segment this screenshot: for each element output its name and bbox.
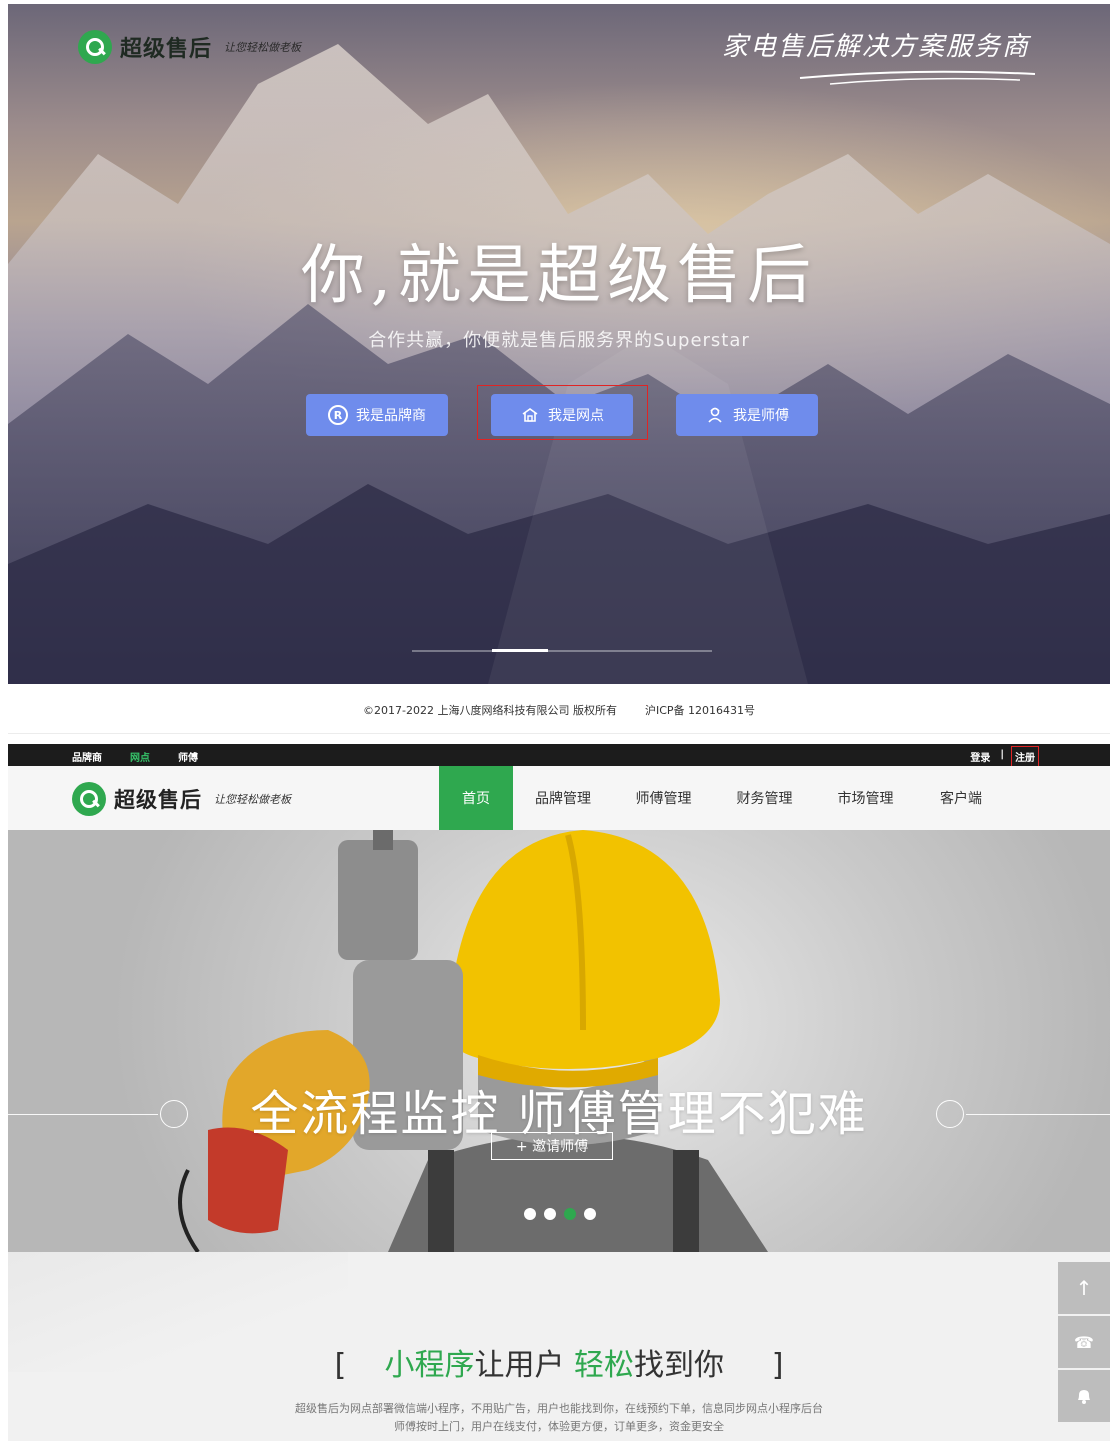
landing-logo[interactable]: 超级售后 让您轻松做老板 [78,30,301,64]
network-button-highlight [477,385,648,440]
title-text-part: 找到你 [634,1348,724,1383]
title-bracket-left: [ [334,1348,347,1383]
back-to-top-button[interactable]: ↑ [1058,1262,1110,1314]
banner-dot-1[interactable] [524,1208,536,1220]
section-description-line: 师傅按时上门，用户在线支付，体验更方便，订单更多，资金更安全 [394,1420,724,1433]
banner-dot-2[interactable] [544,1208,556,1220]
role-link-network[interactable]: 网点 [130,749,150,764]
landing-hero: 超级售后 让您轻松做老板 家电售后解决方案服务商 你,就是超级售后 合作共赢，你… [8,4,1110,684]
banner-dot-4[interactable] [584,1208,596,1220]
account-links: 登录 | 注册 [970,746,1039,767]
section-description: 超级售后为网点部署微信端小程序，不用贴广告，用户也能找到你，在线预约下单，信息同… [8,1400,1110,1436]
notification-button[interactable] [1058,1370,1110,1422]
logo-icon [78,30,112,64]
top-bar: 品牌商 网点 师傅 登录 | 注册 [8,744,1110,767]
logo-icon [72,782,106,816]
copyright-text: ©2017-2022 上海八度网络科技有限公司 版权所有 [363,704,617,717]
title-text-part: 让用户 [474,1348,574,1383]
arrow-up-icon: ↑ [1075,1276,1093,1300]
hero-slide-progress-active [492,649,548,652]
worker-illustration [178,830,768,1252]
title-bracket-right: ] [771,1348,784,1383]
account-separator: | [1000,749,1004,760]
nav-item-finance-management[interactable]: 财务管理 [714,766,815,830]
bell-icon [1078,1390,1090,1404]
nav-item-home[interactable]: 首页 [439,766,513,830]
role-link-worker[interactable]: 师傅 [178,749,198,764]
title-highlight-easy: 轻松 [574,1348,634,1383]
tagline-underline-decoration [799,70,1036,85]
landing-subtitle: 合作共赢，你便就是售后服务界的Superstar [368,330,750,351]
phone-button[interactable]: ☎ [1058,1316,1110,1368]
logo-slogan: 让您轻松做老板 [224,41,302,54]
banner-pagination [524,1208,596,1220]
title-highlight-mini-program: 小程序 [384,1348,475,1383]
nav-item-brand-management[interactable]: 品牌管理 [513,766,613,830]
landing-footer: ©2017-2022 上海八度网络科技有限公司 版权所有 沪ICP备 120164… [0,702,1110,718]
register-link[interactable]: 注册 [1011,746,1039,767]
nav-item-client[interactable]: 客户端 [916,766,1006,830]
brand-role-button[interactable]: R 我是品牌商 [306,394,448,436]
logo-brand-text: 超级售后 [114,788,202,812]
login-link[interactable]: 登录 [970,749,990,764]
section-title: [ 小程序让用户 轻松找到你 ] [8,1340,1110,1384]
worker-icon [705,405,725,425]
phone-icon: ☎ [1074,1332,1094,1352]
hero-slide-progress[interactable] [412,649,712,652]
section-divider [8,733,1110,734]
worker-role-button[interactable]: 我是师傅 [676,394,818,436]
nav-item-market-management[interactable]: 市场管理 [815,766,916,830]
mini-program-section: [ 小程序让用户 轻松找到你 ] 超级售后为网点部署微信端小程序，不用贴广告，用… [8,1252,1110,1441]
main-navbar: 超级售后 让您轻松做老板 首页 品牌管理 师傅管理 财务管理 市场管理 客户端 [8,766,1110,830]
role-link-brand[interactable]: 品牌商 [72,749,102,764]
page: 超级售后 让您轻松做老板 家电售后解决方案服务商 你,就是超级售后 合作共赢，你… [0,0,1110,1441]
icp-text[interactable]: 沪ICP备 12016431号 [645,704,755,717]
registered-icon: R [328,405,348,425]
logo-brand-text: 超级售后 [120,37,213,62]
section-description-line: 超级售后为网点部署微信端小程序，不用贴广告，用户也能找到你，在线预约下单，信息同… [295,1402,823,1415]
floating-toolbar: ↑ ☎ [1058,1262,1110,1424]
nav-item-worker-management[interactable]: 师傅管理 [613,766,714,830]
nav-menu: 首页 品牌管理 师傅管理 财务管理 市场管理 客户端 [439,766,1006,830]
worker-role-label: 我是师傅 [733,408,789,424]
banner-dot-3-active[interactable] [564,1208,576,1220]
landing-tagline: 家电售后解决方案服务商 [721,32,1030,62]
worker-banner: 全流程监控 师傅管理不犯难 + 邀请师傅 [8,830,1110,1252]
invite-worker-button[interactable]: + 邀请师傅 [491,1132,613,1160]
navbar-logo[interactable]: 超级售后 让您轻松做老板 [72,782,291,816]
landing-title: 你,就是超级售后 [300,239,818,313]
logo-slogan: 让您轻松做老板 [214,793,291,806]
brand-role-label: 我是品牌商 [356,408,426,424]
role-switcher: 品牌商 网点 师傅 [72,749,198,764]
